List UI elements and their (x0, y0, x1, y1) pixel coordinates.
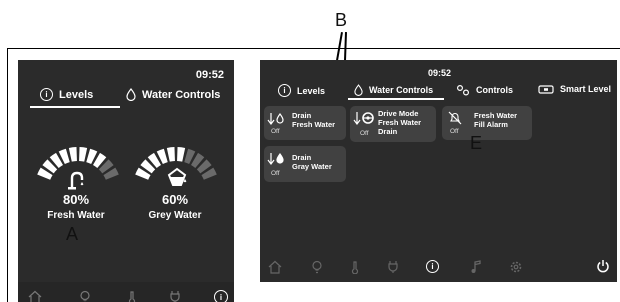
info-icon[interactable]: i (214, 290, 228, 302)
bulb-icon[interactable] (310, 260, 324, 274)
card-title-line: Fresh Water (292, 120, 336, 129)
tab-water-controls[interactable]: Water Controls (354, 84, 433, 96)
info-icon: i (40, 88, 53, 101)
gauge-segment (68, 147, 77, 162)
gauge-segment (177, 147, 186, 162)
callout-b: B (335, 10, 348, 30)
gauge-segment (166, 147, 175, 162)
callout-a: A (66, 224, 79, 244)
drain-gray-water-title: Drain Gray Water (292, 153, 332, 171)
drive-mode-card[interactable]: Off Drive Mode Fresh Water Drain (350, 106, 436, 142)
fill-alarm-card[interactable]: Off Fresh Water Fill Alarm (442, 106, 532, 140)
fresh-water-label: Fresh Water (47, 210, 105, 221)
active-tab-underline (30, 106, 120, 108)
power-icon[interactable] (596, 259, 610, 273)
card-title-line: Fresh Water (378, 118, 422, 127)
tab-smart-level-label: Smart Level (560, 84, 612, 94)
tab-water-controls-label: Water Controls (369, 85, 434, 95)
drain-gray-water-card[interactable]: Off Drain Gray Water (264, 146, 346, 182)
gear-icon[interactable] (509, 260, 523, 274)
home-icon[interactable] (268, 260, 282, 274)
gauge-segment (79, 147, 88, 162)
callout-e: E (470, 133, 483, 153)
power-plug-icon[interactable] (168, 290, 182, 302)
drain-drop-icon (267, 112, 284, 125)
card-title-line: Gray Water (292, 162, 332, 171)
tab-water-controls-label: Water Controls (142, 88, 221, 101)
bucket-icon (167, 167, 187, 186)
drain-fresh-water-title: Drain Fresh Water (292, 111, 335, 129)
card-title-line: Fill Alarm (474, 120, 508, 129)
card-title-line: Drain (292, 111, 312, 120)
level-icon (538, 84, 554, 94)
bulb-icon[interactable] (78, 290, 92, 302)
home-icon[interactable] (28, 290, 42, 302)
tab-water-controls[interactable]: Water Controls (126, 88, 220, 101)
fill-alarm-status: Off (450, 128, 459, 135)
info-icon[interactable]: i (426, 260, 439, 273)
thermometer-icon[interactable] (348, 260, 362, 274)
music-icon[interactable] (469, 260, 483, 274)
drive-mode-status: Off (360, 130, 369, 137)
drive-mode-title: Drive Mode Fresh Water Drain (378, 109, 421, 136)
info-icon: i (278, 84, 291, 97)
clock: 09:52 (428, 68, 452, 78)
card-title-line: Drive Mode (378, 109, 419, 118)
tab-levels-label: Levels (297, 85, 326, 96)
tab-levels[interactable]: i Levels (278, 84, 325, 97)
grey-water-value: 60% (161, 192, 189, 207)
drop-icon (126, 88, 136, 101)
card-title-line: Fresh Water (474, 111, 518, 120)
fresh-water-value: 80% (62, 192, 90, 207)
card-title-line: Drain (378, 127, 398, 136)
clock: 09:52 (195, 69, 224, 81)
drain-gray-water-status: Off (271, 170, 280, 177)
left-device-screen: 09:52 i Levels Water Controls 80% Fresh … (18, 60, 234, 302)
thermometer-icon[interactable] (125, 290, 139, 302)
fill-alarm-title: Fresh Water Fill Alarm (474, 111, 517, 129)
drop-icon (354, 84, 363, 96)
right-device-screen: 09:52 i Levels Water Controls Controls S… (260, 60, 617, 282)
active-tab-underline (348, 98, 444, 100)
drain-drop-icon (267, 152, 284, 165)
steering-wheel-icon (353, 112, 374, 125)
power-plug-icon[interactable] (386, 260, 400, 274)
bottom-nav: i (18, 282, 234, 302)
alarm-muted-icon (448, 111, 462, 125)
drain-fresh-water-status: Off (271, 128, 280, 135)
grey-water-label: Grey Water (148, 210, 202, 221)
tab-levels[interactable]: i Levels (40, 88, 93, 101)
drain-fresh-water-card[interactable]: Off Drain Fresh Water (264, 106, 346, 140)
tab-controls[interactable]: Controls (456, 84, 513, 96)
tab-controls-label: Controls (476, 85, 513, 95)
bottom-nav: i (260, 254, 617, 282)
faucet-icon (68, 171, 84, 190)
card-title-line: Drain (292, 153, 312, 162)
gears-icon (456, 84, 470, 96)
tab-levels-label: Levels (59, 88, 94, 101)
tab-smart-level[interactable]: Smart Level (538, 84, 611, 94)
